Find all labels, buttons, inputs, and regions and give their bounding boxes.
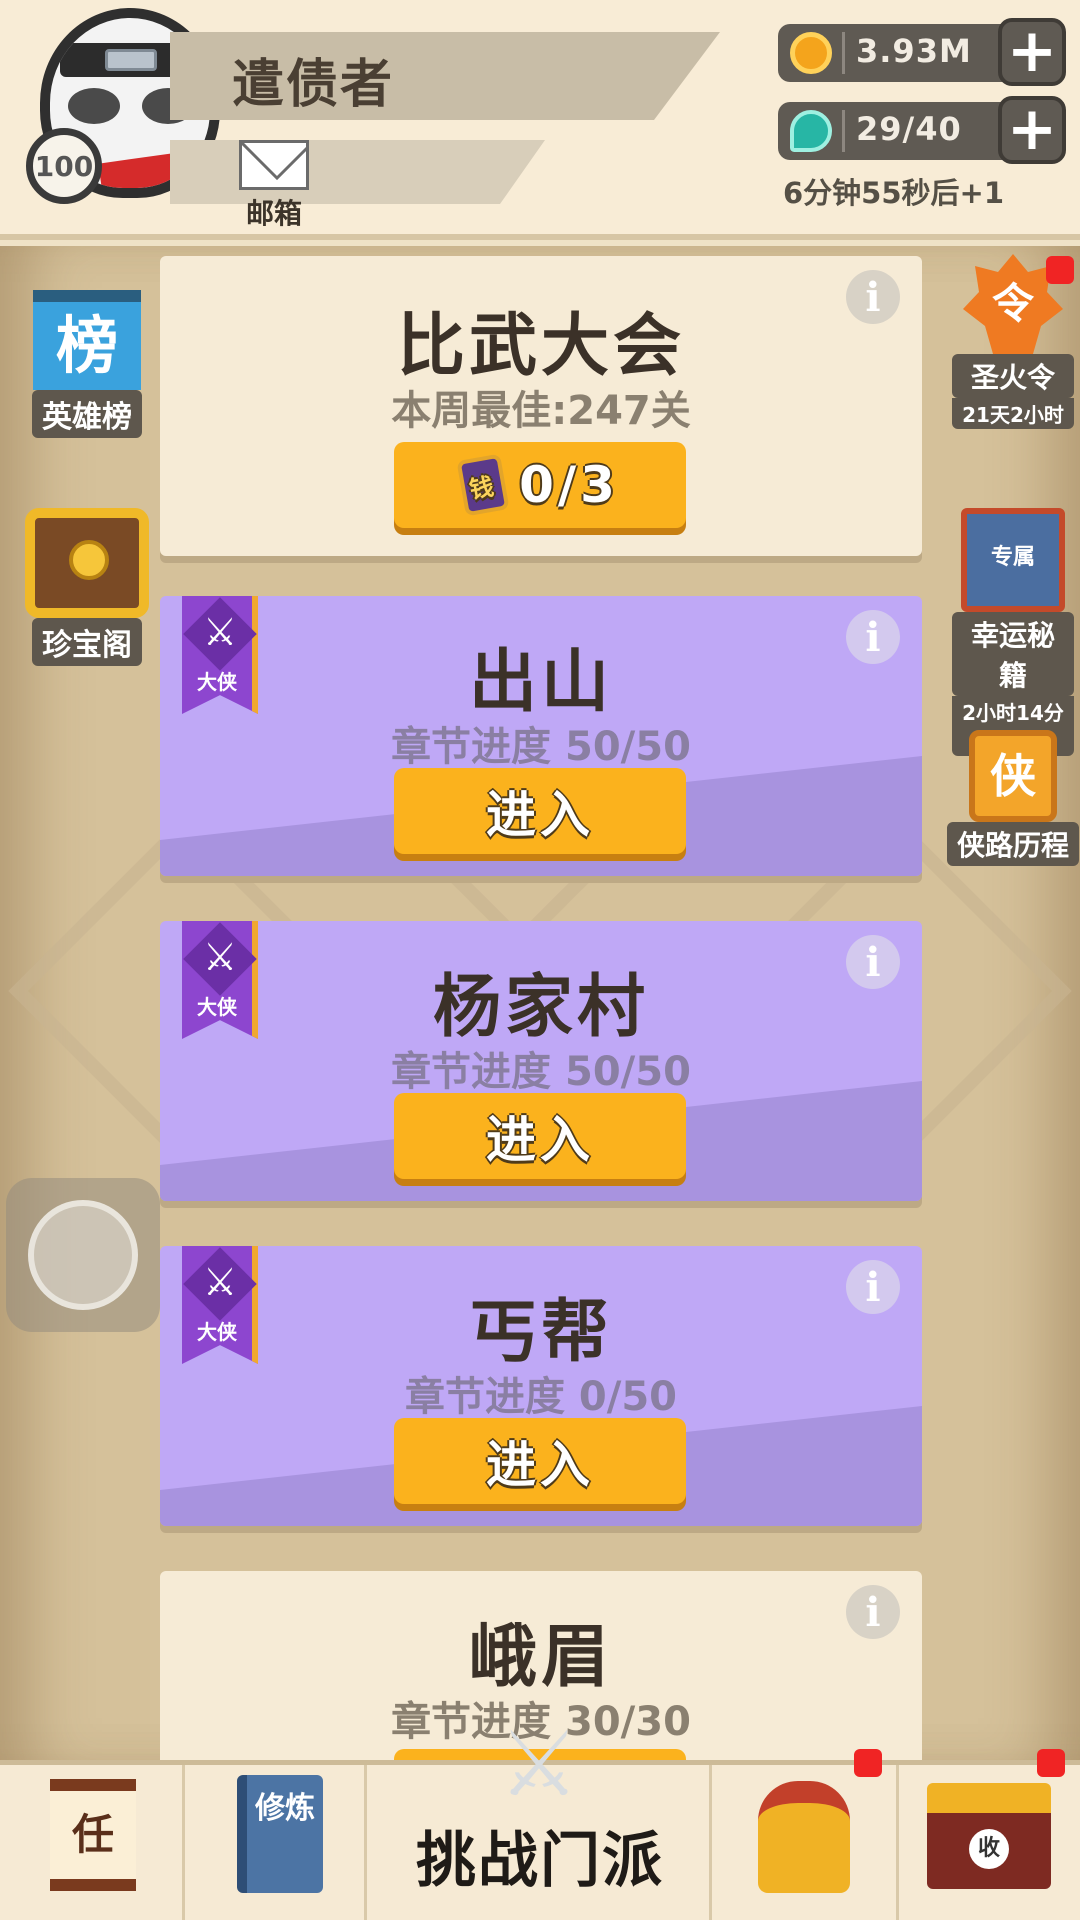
treasure-chest-icon xyxy=(25,508,149,618)
xia-journey-button[interactable]: 侠 侠路历程 xyxy=(946,730,1080,866)
mailbox-label: 邮箱 xyxy=(245,197,302,230)
stamina-value: 29/40 xyxy=(856,110,962,148)
coin-icon xyxy=(790,32,832,74)
training-book-icon: 修炼 xyxy=(237,1775,323,1893)
sect-card: ⚔ 大侠 i 出山 章节进度 50/50 进入 xyxy=(160,596,922,876)
xia-journey-icon: 侠 xyxy=(969,730,1057,822)
collect-glyph: 收 xyxy=(969,1829,1009,1869)
tournament-card: i 比武大会 本周最佳:247关 钱 0/3 xyxy=(160,256,922,556)
add-stamina-button[interactable]: + xyxy=(998,96,1066,164)
add-coins-button[interactable]: + xyxy=(998,18,1066,86)
stamina-regen-timer: 6分钟55秒后+1 xyxy=(783,176,1005,210)
card-subtitle: 章节进度 50/50 xyxy=(391,1049,691,1095)
mailbox-button[interactable]: 邮箱 xyxy=(238,140,310,230)
sect-card: ⚔ 大侠 i 杨家村 章节进度 50/50 进入 xyxy=(160,921,922,1201)
treasure-pavilion-button[interactable]: 珍宝阁 xyxy=(20,508,154,666)
side-label: 幸运秘籍 xyxy=(952,612,1074,696)
ticket-count: 0/3 xyxy=(519,456,619,514)
stamina-gem-icon xyxy=(790,110,832,152)
side-label: 侠路历程 xyxy=(946,822,1079,866)
tab-tasks[interactable]: 任 xyxy=(0,1765,185,1920)
pavilion-icon: 收 xyxy=(927,1783,1051,1889)
notification-dot xyxy=(1037,1749,1065,1777)
card-title: 出山 xyxy=(468,643,613,722)
tab-collect[interactable]: 收 xyxy=(899,1749,1080,1920)
side-label: 英雄榜 xyxy=(32,390,142,438)
tab-training[interactable]: 修炼 xyxy=(185,1765,367,1920)
top-header: 100 遣债者 邮箱 3.93M + 29/40 + 6分钟55秒后+1 xyxy=(0,0,1080,240)
envelope-icon xyxy=(239,140,309,190)
card-title: 比武大会 xyxy=(396,307,685,386)
coin-value: 3.93M xyxy=(856,32,972,70)
hero-leaderboard-button[interactable]: 榜 英雄榜 xyxy=(22,290,152,438)
task-scroll-icon: 任 xyxy=(50,1779,136,1891)
leaderboard-banner-icon: 榜 xyxy=(33,290,141,390)
player-name: 遣债者 xyxy=(232,55,395,115)
card-title: 丐帮 xyxy=(468,1293,613,1372)
secret-book-icon: 专属 xyxy=(961,508,1065,612)
player-level-badge: 100 xyxy=(26,128,102,204)
enter-button[interactable]: 进入 xyxy=(394,768,686,854)
tab-equipment[interactable] xyxy=(712,1749,899,1920)
sect-challenge-panel: i 比武大会 本周最佳:247关 钱 0/3 ⚔ 大侠 i 出山 章节进度 50… xyxy=(0,246,1080,1760)
tournament-entry-button[interactable]: 钱 0/3 xyxy=(394,442,686,528)
side-label: 珍宝阁 xyxy=(32,618,142,666)
crossed-swords-icon: ⚔ xyxy=(498,1712,580,1817)
coin-counter: 3.93M + xyxy=(778,18,1066,86)
sect-card: ⚔ 大侠 i 丐帮 章节进度 0/50 进入 xyxy=(160,1246,922,1526)
ticket-icon: 钱 xyxy=(456,453,510,517)
lucky-secret-book-button[interactable]: 专属 幸运秘籍 2小时14分钟 xyxy=(946,508,1080,756)
notification-dot xyxy=(1046,256,1074,284)
card-subtitle: 章节进度 0/50 xyxy=(404,1374,678,1420)
card-subtitle: 章节进度 50/50 xyxy=(391,724,691,770)
side-label: 圣火令 xyxy=(952,354,1074,398)
floating-assist-button[interactable] xyxy=(6,1178,160,1332)
card-subtitle: 本周最佳:247关 xyxy=(391,388,691,434)
side-timer: 21天2小时 xyxy=(952,398,1074,429)
notification-dot xyxy=(854,1749,882,1777)
mail-plate xyxy=(170,140,545,204)
challenge-sect-label: 挑战门派 xyxy=(416,1826,664,1896)
stamina-counter: 29/40 + xyxy=(778,96,1066,164)
holy-fire-token-button[interactable]: 令 圣火令 21天2小时 xyxy=(946,246,1080,429)
helmet-icon xyxy=(758,1781,850,1893)
card-title: 杨家村 xyxy=(432,968,649,1047)
enter-button[interactable]: 进入 xyxy=(394,1093,686,1179)
enter-button[interactable]: 进入 xyxy=(394,1418,686,1504)
card-title: 峨眉 xyxy=(468,1618,613,1697)
